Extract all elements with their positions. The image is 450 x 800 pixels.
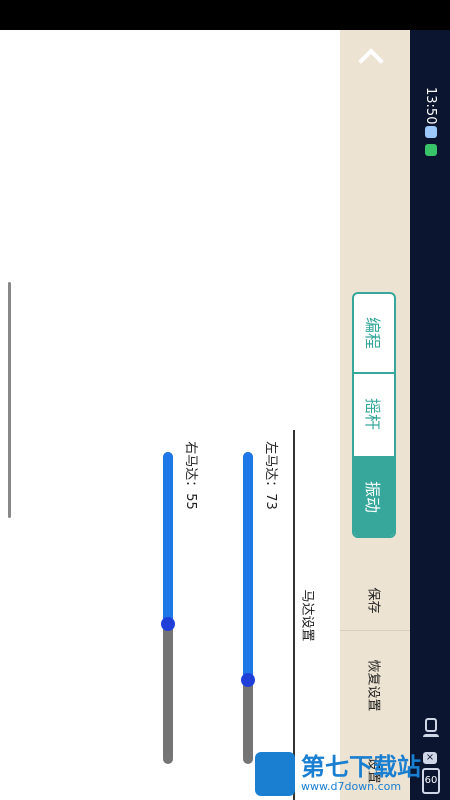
right-motor-slider-fill — [163, 452, 173, 624]
bluetooth-icon — [425, 718, 437, 732]
app-notification-icon — [425, 126, 437, 138]
left-motor-slider[interactable] — [243, 452, 253, 764]
status-clock: 13:50 — [423, 87, 438, 125]
tab-joystick[interactable]: 摇杆 — [354, 374, 394, 454]
right-motor-slider[interactable] — [163, 452, 173, 764]
watermark-logo — [255, 752, 295, 796]
top-black-bar — [0, 0, 450, 30]
left-motor-slider-handle[interactable] — [241, 673, 255, 687]
system-status-bar: 13:50 × 60 — [410, 30, 450, 800]
restore-settings-button[interactable]: 恢复设置 — [340, 630, 410, 740]
section-title: 马达设置 — [299, 588, 315, 642]
mode-tabs: 编程 摇杆 振动 — [352, 292, 396, 538]
save-button[interactable]: 保存 — [340, 570, 410, 631]
green-notification-icon — [425, 144, 437, 156]
watermark-text: 第七下载站 — [301, 753, 421, 781]
tab-programming[interactable]: 编程 — [354, 294, 394, 374]
right-motor-label: 右马达：55 — [182, 440, 198, 510]
left-motor-label: 左马达：73 — [262, 440, 278, 510]
watermark: 第七下载站 www.d7down.com — [255, 748, 450, 800]
scrollbar[interactable] — [8, 282, 11, 518]
section-divider — [293, 430, 295, 800]
right-motor-slider-handle[interactable] — [161, 617, 175, 631]
tab-vibration[interactable]: 振动 — [354, 456, 394, 536]
wifi-icon — [423, 734, 439, 748]
left-motor-slider-fill — [243, 452, 253, 680]
watermark-url: www.d7down.com — [301, 780, 402, 793]
